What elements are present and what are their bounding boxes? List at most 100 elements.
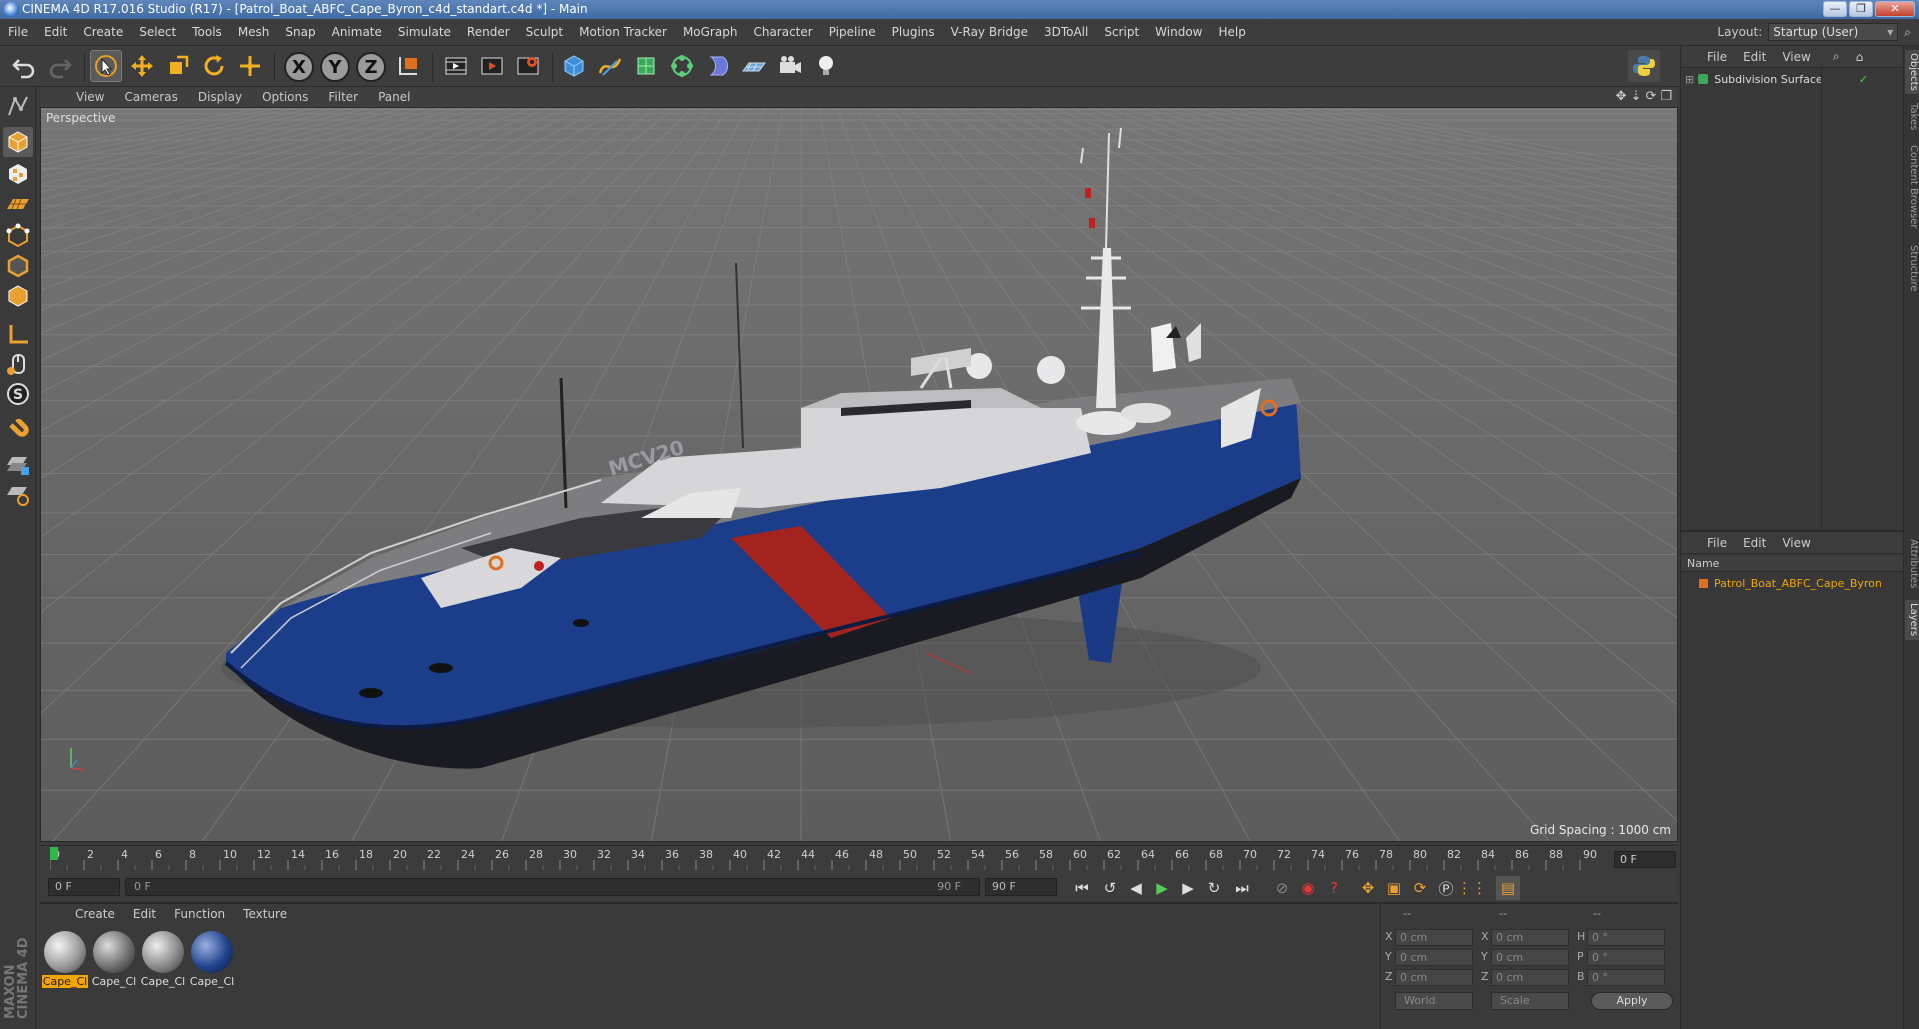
points-mode-icon[interactable]	[3, 221, 33, 251]
pos-y-field[interactable]: 0 cm	[1395, 949, 1473, 966]
size-x-field[interactable]: 0 cm	[1491, 929, 1569, 946]
x-axis-lock-button[interactable]: X	[284, 52, 314, 82]
preview-range-slider[interactable]: 0 F 90 F	[125, 878, 980, 896]
rotation-key-icon[interactable]: ⟳	[1408, 876, 1432, 900]
viewport-menu-view[interactable]: View	[66, 90, 114, 104]
subdivision-surface-icon[interactable]	[630, 50, 662, 82]
viewport-menu-display[interactable]: Display	[188, 90, 252, 104]
menu-create[interactable]: Create	[75, 19, 131, 46]
material-menu-edit[interactable]: Edit	[124, 907, 165, 921]
object-row-subdivision-surface[interactable]: ⊞ Subdivision Surface ✓	[1681, 70, 1904, 88]
menu-render[interactable]: Render	[459, 19, 518, 46]
rot-p-field[interactable]: 0 °	[1587, 949, 1665, 966]
search-icon[interactable]: ⌕	[1825, 49, 1848, 64]
tab-structure[interactable]: Structure	[1905, 240, 1919, 296]
menu-script[interactable]: Script	[1096, 19, 1147, 46]
pan-view-icon[interactable]: ✥	[1616, 89, 1627, 104]
menu-mesh[interactable]: Mesh	[230, 19, 278, 46]
viewport-menu-panel[interactable]: Panel	[368, 90, 420, 104]
rot-h-field[interactable]: 0 °	[1587, 929, 1665, 946]
viewport-menu-options[interactable]: Options	[252, 90, 318, 104]
apply-button[interactable]: Apply	[1591, 992, 1673, 1010]
menu-window[interactable]: Window	[1147, 19, 1210, 46]
layout-dropdown[interactable]: Startup (User)	[1768, 23, 1899, 41]
viewport-menu-filter[interactable]: Filter	[318, 90, 368, 104]
tweak-mode-icon[interactable]	[3, 349, 33, 379]
coordinate-space-dropdown[interactable]: World	[1395, 992, 1473, 1010]
locked-workplane-icon[interactable]	[3, 449, 33, 479]
material-menu-texture[interactable]: Texture	[234, 907, 296, 921]
magnet-icon[interactable]	[3, 417, 33, 447]
enable-axis-icon[interactable]	[3, 319, 33, 349]
material-menu-function[interactable]: Function	[165, 907, 234, 921]
recent-tools-icon[interactable]	[234, 50, 266, 82]
texture-mode-icon[interactable]	[3, 159, 33, 189]
objects-menu-view[interactable]: View	[1774, 50, 1818, 64]
render-picture-viewer-icon[interactable]	[476, 50, 508, 82]
menu-tools[interactable]: Tools	[184, 19, 230, 46]
size-y-field[interactable]: 0 cm	[1491, 949, 1569, 966]
material-swatch[interactable]: Cape_Cl	[42, 929, 88, 989]
material-menu-create[interactable]: Create	[66, 907, 124, 921]
menu-help[interactable]: Help	[1210, 19, 1253, 46]
viewport-menu-cameras[interactable]: Cameras	[114, 90, 187, 104]
close-button[interactable]: ✕	[1875, 1, 1915, 17]
menu-sculpt[interactable]: Sculpt	[518, 19, 571, 46]
home-icon[interactable]: ⌂	[1848, 50, 1872, 64]
move-tool-icon[interactable]	[126, 50, 158, 82]
start-frame-field[interactable]: 0 F	[48, 878, 120, 896]
planar-workplane-icon[interactable]	[3, 479, 33, 509]
tab-takes[interactable]: Takes	[1905, 100, 1919, 134]
z-axis-lock-button[interactable]: Z	[356, 52, 386, 82]
menu-simulate[interactable]: Simulate	[390, 19, 459, 46]
minimize-button[interactable]: —	[1823, 1, 1847, 17]
render-view-icon[interactable]	[440, 50, 472, 82]
go-to-start-icon[interactable]: ⏮	[1070, 876, 1094, 900]
material-swatch[interactable]: Cape_Cl	[140, 929, 186, 989]
menu-vray-bridge[interactable]: V-Ray Bridge	[943, 19, 1036, 46]
scale-tool-icon[interactable]	[162, 50, 194, 82]
tab-attributes[interactable]: Attributes	[1905, 534, 1919, 594]
menu-3dtoall[interactable]: 3DToAll	[1036, 19, 1096, 46]
tab-objects[interactable]: Objects	[1905, 50, 1919, 94]
previous-key-icon[interactable]: ↺	[1098, 876, 1122, 900]
menu-mograph[interactable]: MoGraph	[675, 19, 746, 46]
y-axis-lock-button[interactable]: Y	[320, 52, 350, 82]
python-icon[interactable]	[1628, 50, 1660, 82]
visibility-check-icon[interactable]: ✓	[1859, 73, 1868, 86]
cloner-icon[interactable]	[666, 50, 698, 82]
snapping-icon[interactable]: S	[3, 379, 33, 409]
menu-character[interactable]: Character	[745, 19, 820, 46]
scale-key-icon[interactable]: ▣	[1382, 876, 1406, 900]
live-selection-icon[interactable]	[90, 50, 122, 82]
model-mode-icon[interactable]	[3, 127, 33, 157]
edges-mode-icon[interactable]	[3, 251, 33, 281]
rotate-tool-icon[interactable]	[198, 50, 230, 82]
parameter-key-icon[interactable]: Ⓟ	[1434, 876, 1458, 900]
redo-icon[interactable]	[44, 50, 76, 82]
end-frame-field[interactable]: 90 F	[985, 878, 1057, 896]
cube-primitive-icon[interactable]	[558, 50, 590, 82]
workplane-mode-icon[interactable]	[3, 189, 33, 219]
perspective-viewport[interactable]: MCV20 Perspective Grid Spacing: 1000 cm	[40, 107, 1678, 842]
toggle-view-icon[interactable]: ❐	[1660, 89, 1672, 104]
previous-frame-icon[interactable]: ◀	[1124, 876, 1148, 900]
record-keys-icon[interactable]: ⊘	[1270, 876, 1294, 900]
play-icon[interactable]: ▶	[1150, 876, 1174, 900]
orbit-view-icon[interactable]: ⟳	[1645, 89, 1656, 104]
position-key-icon[interactable]: ✥	[1356, 876, 1380, 900]
search-icon[interactable]: ⌕	[1904, 25, 1911, 40]
layer-row[interactable]: Patrol_Boat_ABFC_Cape_Byron	[1681, 574, 1904, 592]
menu-snap[interactable]: Snap	[277, 19, 323, 46]
size-mode-dropdown[interactable]: Scale	[1491, 992, 1569, 1010]
objects-menu-file[interactable]: File	[1699, 50, 1735, 64]
render-settings-icon[interactable]	[512, 50, 544, 82]
autokey-icon[interactable]: ◉	[1296, 876, 1320, 900]
material-swatch[interactable]: Cape_Cl	[91, 929, 137, 989]
rot-b-field[interactable]: 0 °	[1587, 969, 1665, 986]
keyframe-selection-icon[interactable]: ?	[1322, 876, 1346, 900]
tab-layers[interactable]: Layers	[1905, 600, 1919, 640]
pos-z-field[interactable]: 0 cm	[1395, 969, 1473, 986]
expand-icon[interactable]: ⊞	[1685, 73, 1694, 86]
go-to-end-icon[interactable]: ⏭	[1230, 876, 1254, 900]
